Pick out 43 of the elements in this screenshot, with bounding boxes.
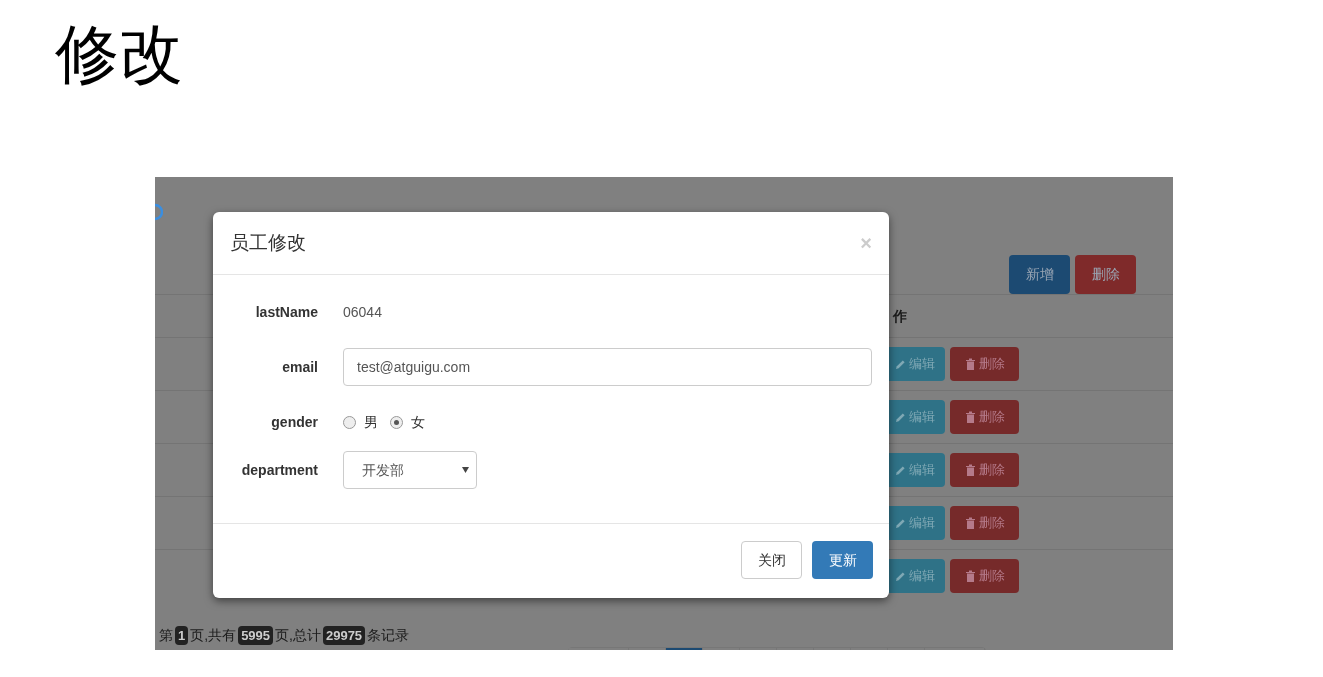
trash-icon [964,517,976,529]
toolbar-button[interactable]: 新增 [1009,255,1070,294]
close-button[interactable]: × [860,233,872,253]
loading-ring-icon [155,203,163,221]
pencil-icon [894,411,906,423]
pencil-icon [894,358,906,370]
toolbar-button[interactable]: 删除 [1075,255,1136,294]
radio-button[interactable] [390,415,403,429]
count-badge: 5995 [238,626,274,645]
count-badge: 29975 [322,626,366,645]
dialog-title: 员工修改 [230,230,306,255]
department-select[interactable]: 开发部 [343,451,477,489]
field-label: lastName [254,302,318,322]
pencil-icon [894,570,906,582]
field-label: department [240,460,318,480]
pagination-text: 页,共有 [189,626,238,645]
radio-button[interactable] [343,415,356,429]
update-button[interactable]: 更新 [812,541,873,579]
pencil-icon [894,517,906,529]
radio-label: 男 [364,412,378,432]
radio-label: 女 [411,412,425,432]
delete-button[interactable]: 删除 [950,453,1019,487]
pencil-icon [894,464,906,476]
field-label: gender [270,412,318,432]
field-label: email [281,357,318,377]
trash-icon [964,464,976,476]
count-badge: 1 [175,626,189,645]
pagination-text: 页,总计 [274,626,322,645]
pagination-text: 第 [158,626,174,645]
pagination-text: 条记录 [366,626,411,645]
email-field[interactable]: test@atguigu.com [343,348,872,386]
close-dialog-button[interactable]: 关闭 [741,541,802,579]
column-header: 作 [893,306,907,326]
dropdown-arrow-icon [462,467,469,473]
delete-button[interactable]: 删除 [950,559,1019,593]
delete-button[interactable]: 删除 [950,506,1019,540]
slide-title: 修改 [55,16,184,93]
delete-button[interactable]: 删除 [950,347,1019,381]
trash-icon [964,358,976,370]
delete-button[interactable]: 删除 [950,400,1019,434]
trash-icon [964,570,976,582]
trash-icon [964,411,976,423]
field-value: 06044 [343,302,382,322]
